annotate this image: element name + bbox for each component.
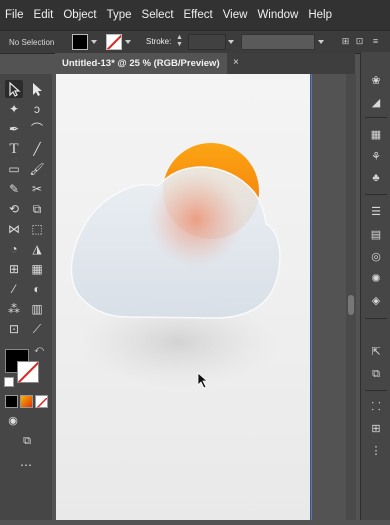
dock-divider xyxy=(365,390,387,391)
panel-dock: ❀ ◢ ▦ ⚘ ♣ ☰ ▤ ◎ ✺ ◈ ⇱ ⧉ ⸬ ⊞ ⋮ xyxy=(360,52,390,520)
artboards-panel-icon[interactable]: ⧉ xyxy=(368,367,384,381)
menu-file[interactable]: File xyxy=(0,9,29,21)
more-tools-icon[interactable]: ⋯ xyxy=(17,456,35,474)
menu-bar: File Edit Object Type Select Effect View… xyxy=(0,0,390,30)
none-mode-icon[interactable] xyxy=(35,395,48,408)
type-tool-icon[interactable]: T xyxy=(5,140,23,158)
gradient-panel-icon[interactable]: ▤ xyxy=(368,228,384,242)
slice-icon[interactable]: ⟋ xyxy=(28,320,46,338)
style-dropdown[interactable] xyxy=(241,34,315,50)
scrollbar-thumb[interactable] xyxy=(348,295,354,315)
pencil-icon[interactable]: ✎ xyxy=(5,180,23,198)
gradient-mode-icon[interactable] xyxy=(20,395,33,408)
scale-icon[interactable]: ⧉ xyxy=(28,200,46,218)
color-mode-icon[interactable] xyxy=(5,395,18,408)
shape-builder-icon[interactable]: ◔ xyxy=(5,240,23,258)
chevron-down-icon[interactable] xyxy=(91,40,97,44)
brushes-icon[interactable]: ⚘ xyxy=(368,150,384,164)
gradient-icon[interactable]: ▦ xyxy=(28,260,46,278)
properties-icon[interactable]: ⋮ xyxy=(368,444,384,458)
menu-select[interactable]: Select xyxy=(137,9,179,21)
cloud-glow xyxy=(148,171,244,267)
color-guide-icon[interactable]: ❀ xyxy=(368,74,384,88)
paintbrush-icon[interactable]: 🖌 xyxy=(28,160,46,178)
menu-icon[interactable]: ≡ xyxy=(370,36,381,46)
document-tab-title: Untitled-13* @ 25 % (RGB/Preview) xyxy=(62,58,220,69)
appearance-icon[interactable]: ✺ xyxy=(368,272,384,286)
transparency-icon[interactable]: ◎ xyxy=(368,250,384,264)
direct-selection-tool-icon[interactable] xyxy=(28,80,46,98)
stroke-color-box[interactable] xyxy=(17,361,39,383)
chevron-down-icon[interactable] xyxy=(228,40,234,44)
pen-tool-icon[interactable]: ✒ xyxy=(5,120,23,138)
document-tab-strip: Untitled-13* @ 25 % (RGB/Preview) × xyxy=(55,53,355,74)
scissors-icon[interactable]: ✂ xyxy=(28,180,46,198)
menu-window[interactable]: Window xyxy=(252,9,303,21)
artboard[interactable] xyxy=(56,74,310,520)
control-bar: No Selection Stroke: ▲ ▼ ⊞ ⊡ ≡ xyxy=(0,30,390,54)
swap-fill-stroke-icon[interactable]: ⤺ xyxy=(30,340,48,358)
color-icon[interactable]: ◢ xyxy=(368,96,384,110)
close-icon[interactable]: × xyxy=(233,57,239,68)
stroke-label: Stroke: xyxy=(146,37,172,46)
menu-effect[interactable]: Effect xyxy=(179,9,218,21)
artboard-tool-icon[interactable]: ⊡ xyxy=(5,320,23,338)
stroke-icon[interactable]: ☰ xyxy=(368,205,384,219)
dock-divider xyxy=(365,194,387,195)
export-icon[interactable]: ⇱ xyxy=(368,345,384,359)
rotate-icon[interactable]: ⟲ xyxy=(5,200,23,218)
screen-mode-icon[interactable]: ⧉ xyxy=(18,432,36,450)
symbols-icon[interactable]: ♣ xyxy=(368,171,384,185)
stroke-weight-field[interactable] xyxy=(188,34,226,50)
default-colors-icon[interactable] xyxy=(4,377,14,387)
menu-edit[interactable]: Edit xyxy=(29,9,59,21)
swatches-icon[interactable]: ▦ xyxy=(368,128,384,142)
symbol-sprayer-icon[interactable]: ⁂ xyxy=(5,300,23,318)
blend-icon[interactable]: ◐ xyxy=(28,280,46,298)
column-graph-icon[interactable]: ▥ xyxy=(28,300,46,318)
fill-swatch[interactable] xyxy=(72,34,88,50)
stroke-swatch[interactable] xyxy=(106,34,122,50)
menu-help[interactable]: Help xyxy=(303,9,337,21)
selection-status: No Selection xyxy=(9,38,55,47)
width-tool-icon[interactable]: ⋈ xyxy=(5,220,23,238)
canvas-area[interactable] xyxy=(52,74,356,520)
chevron-down-icon[interactable] xyxy=(318,40,324,44)
align-icon[interactable]: ⸬ xyxy=(368,400,384,414)
draw-mode-icon[interactable]: ◉ xyxy=(4,412,22,430)
curvature-tool-icon[interactable]: ⌒ xyxy=(28,120,46,138)
transform-icon[interactable]: ⊞ xyxy=(368,422,384,436)
tools-panel: ✦ ↄ ✒ ⌒ T ╱ ▭ 🖌 ✎ ✂ ⟲ ⧉ ⋈ ⬚ ◔ ◮ ⊞ ▦ ⁄ ◐ … xyxy=(0,74,52,520)
dock-divider xyxy=(365,117,387,118)
free-transform-icon[interactable]: ⬚ xyxy=(28,220,46,238)
layers-icon[interactable]: ◈ xyxy=(368,294,384,308)
transform-icon[interactable]: ⊡ xyxy=(354,36,365,46)
artboard-edge xyxy=(311,74,312,520)
rectangle-tool-icon[interactable]: ▭ xyxy=(5,160,23,178)
dock-divider xyxy=(365,318,387,319)
chevron-down-icon[interactable] xyxy=(125,40,131,44)
stroke-weight-stepper[interactable]: ▲ ▼ xyxy=(176,34,184,48)
perspective-grid-icon[interactable]: ◮ xyxy=(28,240,46,258)
eyedropper-icon[interactable]: ⁄ xyxy=(5,280,23,298)
document-tab[interactable]: Untitled-13* @ 25 % (RGB/Preview) xyxy=(55,53,227,74)
cloud-sun-illustration[interactable] xyxy=(56,74,310,520)
line-segment-icon[interactable]: ╱ xyxy=(28,140,46,158)
mesh-icon[interactable]: ⊞ xyxy=(5,260,23,278)
menu-type[interactable]: Type xyxy=(102,9,137,21)
menu-view[interactable]: View xyxy=(218,9,253,21)
align-icon[interactable]: ⊞ xyxy=(340,36,351,46)
magic-wand-icon[interactable]: ✦ xyxy=(5,100,23,118)
menu-object[interactable]: Object xyxy=(58,9,101,21)
selection-tool-icon[interactable] xyxy=(5,80,23,98)
lasso-icon[interactable]: ↄ xyxy=(28,100,46,118)
cursor-icon xyxy=(197,372,209,389)
